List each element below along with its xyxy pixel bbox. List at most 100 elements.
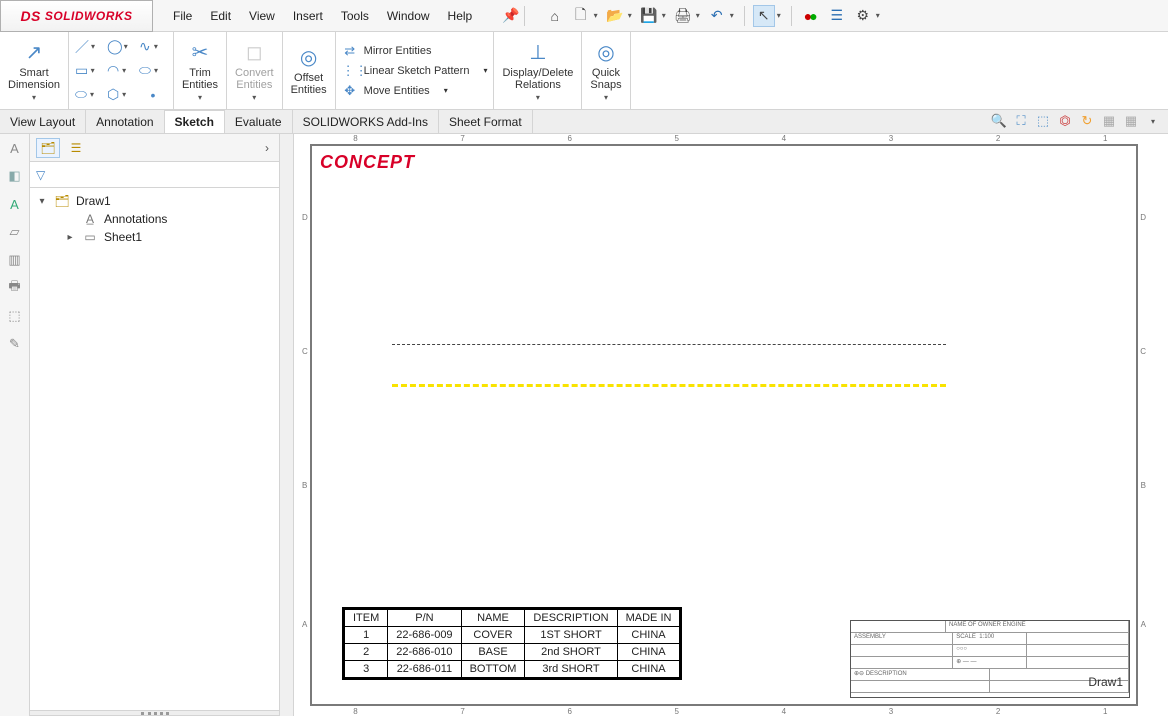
rail-g-icon[interactable]: ⬚ [5, 306, 25, 326]
magnet-icon[interactable]: ⏣ [1056, 112, 1074, 130]
rail-c-icon[interactable]: A [5, 194, 25, 214]
refresh-icon[interactable]: ↻ [1078, 112, 1096, 130]
drawing-icon: 🗂 [54, 194, 70, 208]
snap-icon: ◎ [597, 40, 614, 65]
slot-icon[interactable]: ⬭▾ [75, 84, 103, 106]
pattern-icon: ⋮⋮ [342, 63, 358, 79]
collapse-icon[interactable]: › [265, 141, 273, 155]
convert-entities-button: ◻ Convert Entities ▾ [227, 32, 283, 109]
tree-root[interactable]: ▾🗂Draw1 [34, 192, 275, 210]
pin-icon[interactable]: 📌 [502, 7, 519, 24]
print-icon[interactable]: 🖨 [672, 5, 694, 27]
ellipse-icon[interactable]: ⬭▾ [139, 60, 167, 82]
caret-icon[interactable]: ▾ [594, 11, 598, 20]
rail-d-icon[interactable]: ▱ [5, 222, 25, 242]
zoom-icon[interactable]: 🔍 [990, 112, 1008, 130]
polygon-icon[interactable]: ⬡▾ [107, 84, 135, 106]
titleblock-name: Draw1 [1088, 675, 1123, 689]
tab-sheet-format[interactable]: Sheet Format [439, 110, 533, 133]
drawing-sheet: CONCEPT 8 7 6 5 4 3 2 1 D C B A D C B A [310, 144, 1138, 706]
undo-icon[interactable]: ↶ [706, 5, 728, 27]
table-row[interactable]: 122-686-009COVER1ST SHORTCHINA [345, 627, 680, 644]
menu-help[interactable]: Help [448, 9, 473, 23]
menu-window[interactable]: Window [387, 9, 430, 23]
point-icon[interactable]: • [139, 84, 167, 106]
rail-a-icon[interactable]: A [5, 138, 25, 158]
tab-annotation[interactable]: Annotation [86, 110, 164, 133]
save-icon[interactable]: 💾 [638, 5, 660, 27]
arc-icon[interactable]: ◠▾ [107, 60, 135, 82]
spline-icon[interactable]: ∿▾ [139, 36, 167, 58]
offset-icon: ◎ [300, 45, 317, 70]
sketch-tools-grid: ／▾ ◯▾ ∿▾ ▭▾ ◠▾ ⬭▾ ⬭▾ ⬡▾ • [69, 32, 174, 109]
splitter[interactable] [30, 710, 279, 716]
centreline-dash [392, 344, 946, 345]
display-relations-button[interactable]: ⊥ Display/Delete Relations ▾ [494, 32, 582, 109]
smart-dimension-button[interactable]: ↗ Smart Dimension ▾ [0, 32, 69, 109]
rect-icon[interactable]: ▭▾ [75, 60, 103, 82]
tab-sketch[interactable]: Sketch [165, 110, 225, 133]
view-a-icon[interactable]: ▦ [1100, 112, 1118, 130]
caret-icon[interactable]: ▾ [696, 11, 700, 20]
caret-icon[interactable]: ▾ [777, 11, 781, 20]
home-icon[interactable]: ⌂ [544, 5, 566, 27]
view-toolbar: 🔍 ⛶ ⬚ ⏣ ↻ ▦ ▦ ▾ [990, 112, 1162, 130]
quick-snaps-button[interactable]: ◎ Quick Snaps ▾ [582, 32, 630, 109]
relations-icon: ⊥ [529, 40, 546, 65]
filter-icon[interactable]: ▽ [30, 162, 279, 188]
caret-icon[interactable]: ▾ [730, 11, 734, 20]
config-tab-icon[interactable]: ☰ [64, 138, 88, 158]
menu-tools[interactable]: Tools [341, 9, 369, 23]
traffic-light-icon[interactable]: ●● [800, 5, 822, 27]
tree-annotations[interactable]: A̲Annotations [62, 210, 275, 228]
move-icon: ✥ [342, 83, 358, 99]
linear-pattern-button[interactable]: ⋮⋮Linear Sketch Pattern▾ [342, 63, 488, 79]
rail-e-icon[interactable]: ▥ [5, 250, 25, 270]
open-icon[interactable]: 📂 [604, 5, 626, 27]
table-row[interactable]: 322-686-011BOTTOM3rd SHORTCHINA [345, 661, 680, 678]
app-logo: DSSOLIDWORKS [0, 0, 153, 32]
rail-h-icon[interactable]: ✎ [5, 334, 25, 354]
bom-table[interactable]: ITEM P/N NAME DESCRIPTION MADE IN 122-68… [342, 607, 682, 680]
title-block[interactable]: NAME OF OWNER ENGINE ASSEMBLYSCALE 1:100… [850, 620, 1130, 698]
view-b-icon[interactable]: ▦ [1122, 112, 1140, 130]
zoom-window-icon[interactable]: ⛶ [1012, 112, 1030, 130]
zoom-fit-icon[interactable]: ⬚ [1034, 112, 1052, 130]
offset-entities-button[interactable]: ◎ Offset Entities [283, 32, 336, 109]
caret-icon[interactable]: ▾ [662, 11, 666, 20]
annotations-icon: A̲ [82, 212, 98, 226]
line-icon[interactable]: ／▾ [75, 36, 103, 58]
menu-file[interactable]: File [173, 9, 192, 23]
caret-icon[interactable]: ▾ [876, 11, 880, 20]
drawing-canvas[interactable]: CONCEPT 8 7 6 5 4 3 2 1 D C B A D C B A [280, 134, 1168, 716]
move-entities-button[interactable]: ✥Move Entities▾ [342, 83, 488, 99]
dimension-icon: ↗ [26, 40, 43, 65]
list-icon[interactable]: ☰ [826, 5, 848, 27]
mirror-entities-button[interactable]: ⇄Mirror Entities [342, 43, 488, 59]
rail-b-icon[interactable]: ◧ [5, 166, 25, 186]
tab-addins[interactable]: SOLIDWORKS Add-Ins [293, 110, 439, 133]
centreline-yellow [392, 384, 946, 387]
menu-insert[interactable]: Insert [293, 9, 323, 23]
menu-view[interactable]: View [249, 9, 275, 23]
table-row[interactable]: 222-686-010BASE2nd SHORTCHINA [345, 644, 680, 661]
rail-f-icon[interactable]: 🖶 [5, 278, 25, 298]
caret-icon[interactable]: ▾ [1144, 112, 1162, 130]
tree-sheet[interactable]: ▸▭Sheet1 [62, 228, 275, 246]
convert-icon: ◻ [246, 40, 263, 65]
new-icon[interactable]: 🗋 [570, 5, 592, 27]
sheet-icon: ▭ [82, 230, 98, 244]
trim-icon: ✂ [192, 40, 209, 65]
feature-tree-panel: 🗂 ☰ › ▽ ▾🗂Draw1 A̲Annotations ▸▭Sheet1 [30, 134, 280, 716]
caret-icon[interactable]: ▾ [628, 11, 632, 20]
concept-stamp: CONCEPT [320, 152, 415, 173]
tab-view-layout[interactable]: View Layout [0, 110, 86, 133]
settings-icon[interactable]: ⚙ [852, 5, 874, 27]
tab-evaluate[interactable]: Evaluate [225, 110, 293, 133]
menu-edit[interactable]: Edit [210, 9, 231, 23]
circle-icon[interactable]: ◯▾ [107, 36, 135, 58]
select-icon[interactable]: ↖ [753, 5, 775, 27]
trim-entities-button[interactable]: ✂ Trim Entities ▾ [174, 32, 227, 109]
left-rail: A ◧ A ▱ ▥ 🖶 ⬚ ✎ [0, 134, 30, 716]
tree-tab-icon[interactable]: 🗂 [36, 138, 60, 158]
